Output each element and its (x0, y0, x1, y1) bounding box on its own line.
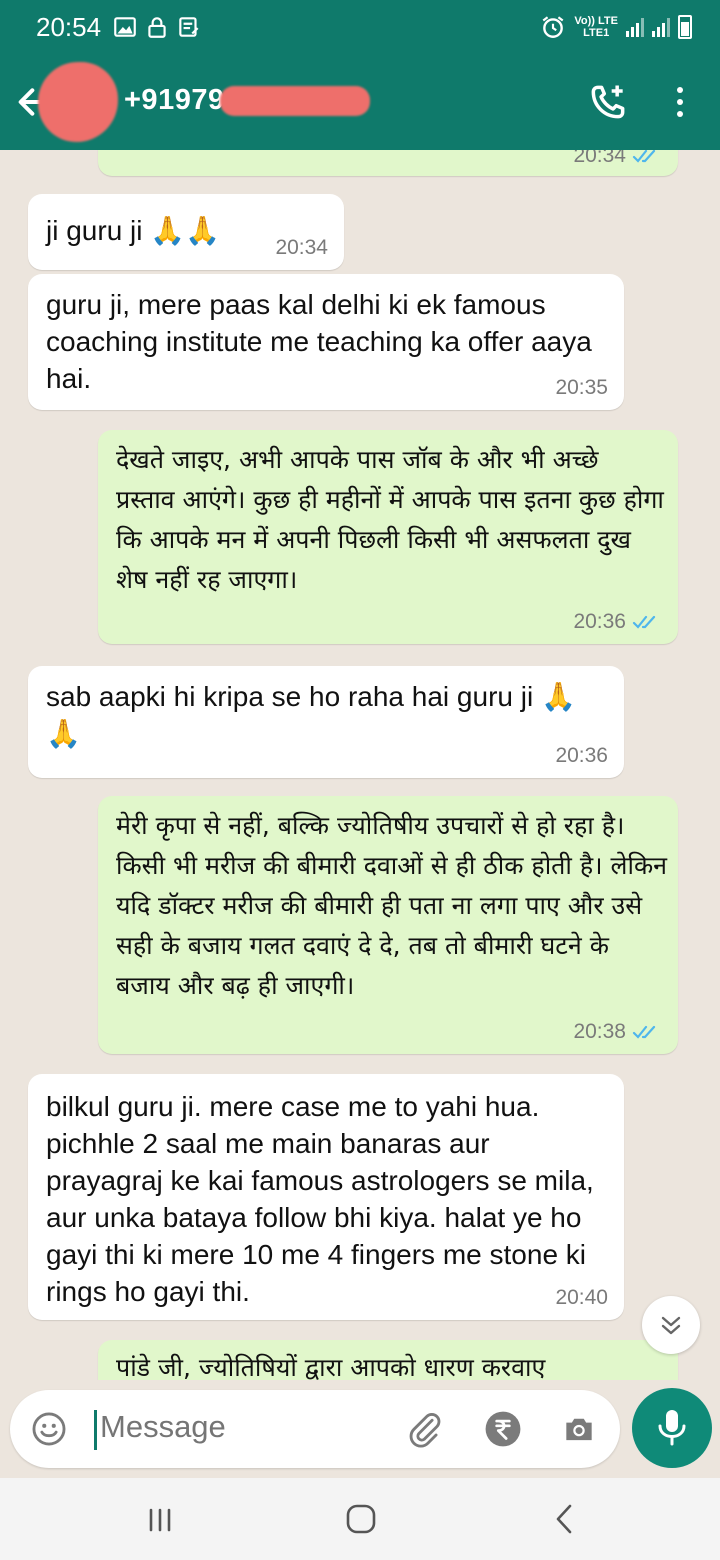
chat-area[interactable]: 20:34 ji guru ji 🙏🙏 20:34 guru ji, mere … (0, 150, 720, 1388)
message-text: bilkul guru ji. mere case me to yahi hua… (46, 1091, 602, 1307)
status-right: Vo)) LTE LTE1 (540, 12, 692, 42)
network-bottom: LTE1 (583, 27, 610, 39)
message-meta: 20:36 (573, 610, 662, 634)
message-meta: 20:40 (555, 1286, 608, 1310)
message-bubble-incoming[interactable]: guru ji, mere paas kal delhi ki ek famou… (28, 274, 624, 410)
redaction-mark (220, 86, 370, 116)
lock-icon (148, 17, 166, 38)
top-bar: 20:54 Vo)) LTE LTE1 +91979 (0, 0, 720, 150)
add-call-icon[interactable] (586, 80, 630, 124)
app-bar: +91979 (0, 56, 720, 150)
message-bubble-outgoing[interactable]: मेरी कृपा से नहीं, बल्कि ज्योतिषीय उपचार… (98, 796, 678, 1054)
message-time: 20:35 (555, 376, 608, 399)
nav-back-icon[interactable] (548, 1500, 578, 1538)
home-icon[interactable] (342, 1500, 380, 1538)
message-meta: 20:34 (573, 150, 662, 168)
network-top: Vo)) LTE (574, 15, 618, 27)
message-bubble-incoming[interactable]: sab aapki hi kripa se ho raha hai guru j… (28, 666, 624, 778)
message-time: 20:36 (573, 610, 626, 633)
message-bubble-incoming[interactable]: ji guru ji 🙏🙏 20:34 (28, 194, 344, 270)
message-bubble-outgoing[interactable]: 20:34 (98, 150, 678, 176)
message-time: 20:34 (275, 236, 328, 259)
gallery-icon (114, 17, 136, 37)
status-time: 20:54 (36, 12, 102, 42)
network-label: Vo)) LTE LTE1 (574, 15, 618, 39)
message-meta: 20:34 (275, 236, 328, 260)
scroll-down-button[interactable] (642, 1296, 700, 1354)
rupee-icon[interactable] (484, 1410, 522, 1448)
avatar[interactable] (38, 62, 118, 142)
camera-icon[interactable] (560, 1410, 598, 1448)
read-ticks-icon (632, 615, 656, 629)
message-text: ji guru ji 🙏🙏 (46, 215, 220, 246)
chevron-double-down-icon (661, 1316, 681, 1335)
read-ticks-icon (632, 150, 656, 163)
signal-icon-2 (652, 17, 670, 37)
message-time: 20:36 (555, 744, 608, 767)
message-text: देखते जाइए, अभी आपके पास जॉब के और भी अच… (116, 445, 672, 594)
message-text: guru ji, mere paas kal delhi ki ek famou… (46, 289, 600, 394)
message-meta: 20:35 (555, 376, 608, 400)
message-bubble-incoming[interactable]: bilkul guru ji. mere case me to yahi hua… (28, 1074, 624, 1320)
alarm-icon (543, 16, 564, 38)
signal-icon (626, 17, 644, 37)
message-time: 20:34 (573, 150, 626, 167)
system-nav-bar (0, 1478, 720, 1560)
emoji-icon[interactable] (30, 1410, 68, 1448)
notes-icon (179, 17, 199, 37)
more-vert-icon[interactable] (668, 84, 692, 120)
message-text: sab aapki hi kripa se ho raha hai guru j… (46, 681, 576, 749)
mic-button[interactable] (632, 1388, 712, 1468)
read-ticks-icon (632, 1025, 656, 1039)
text-cursor (94, 1410, 97, 1450)
mic-icon (658, 1410, 686, 1446)
message-input[interactable] (98, 1408, 402, 1446)
contact-name[interactable]: +91979 (124, 84, 225, 117)
message-meta: 20:36 (555, 744, 608, 768)
input-bar (0, 1380, 720, 1480)
status-bar: 20:54 Vo)) LTE LTE1 (0, 0, 720, 56)
message-text: मेरी कृपा से नहीं, बल्कि ज्योतिषीय उपचार… (116, 811, 675, 1000)
message-box[interactable] (10, 1390, 620, 1468)
paperclip-icon[interactable] (406, 1410, 444, 1448)
battery-icon (678, 15, 692, 39)
message-meta: 20:38 (573, 1020, 662, 1044)
message-bubble-outgoing[interactable]: देखते जाइए, अभी आपके पास जॉब के और भी अच… (98, 430, 678, 644)
message-time: 20:38 (573, 1020, 626, 1043)
message-time: 20:40 (555, 1286, 608, 1309)
recents-icon[interactable] (142, 1502, 178, 1538)
